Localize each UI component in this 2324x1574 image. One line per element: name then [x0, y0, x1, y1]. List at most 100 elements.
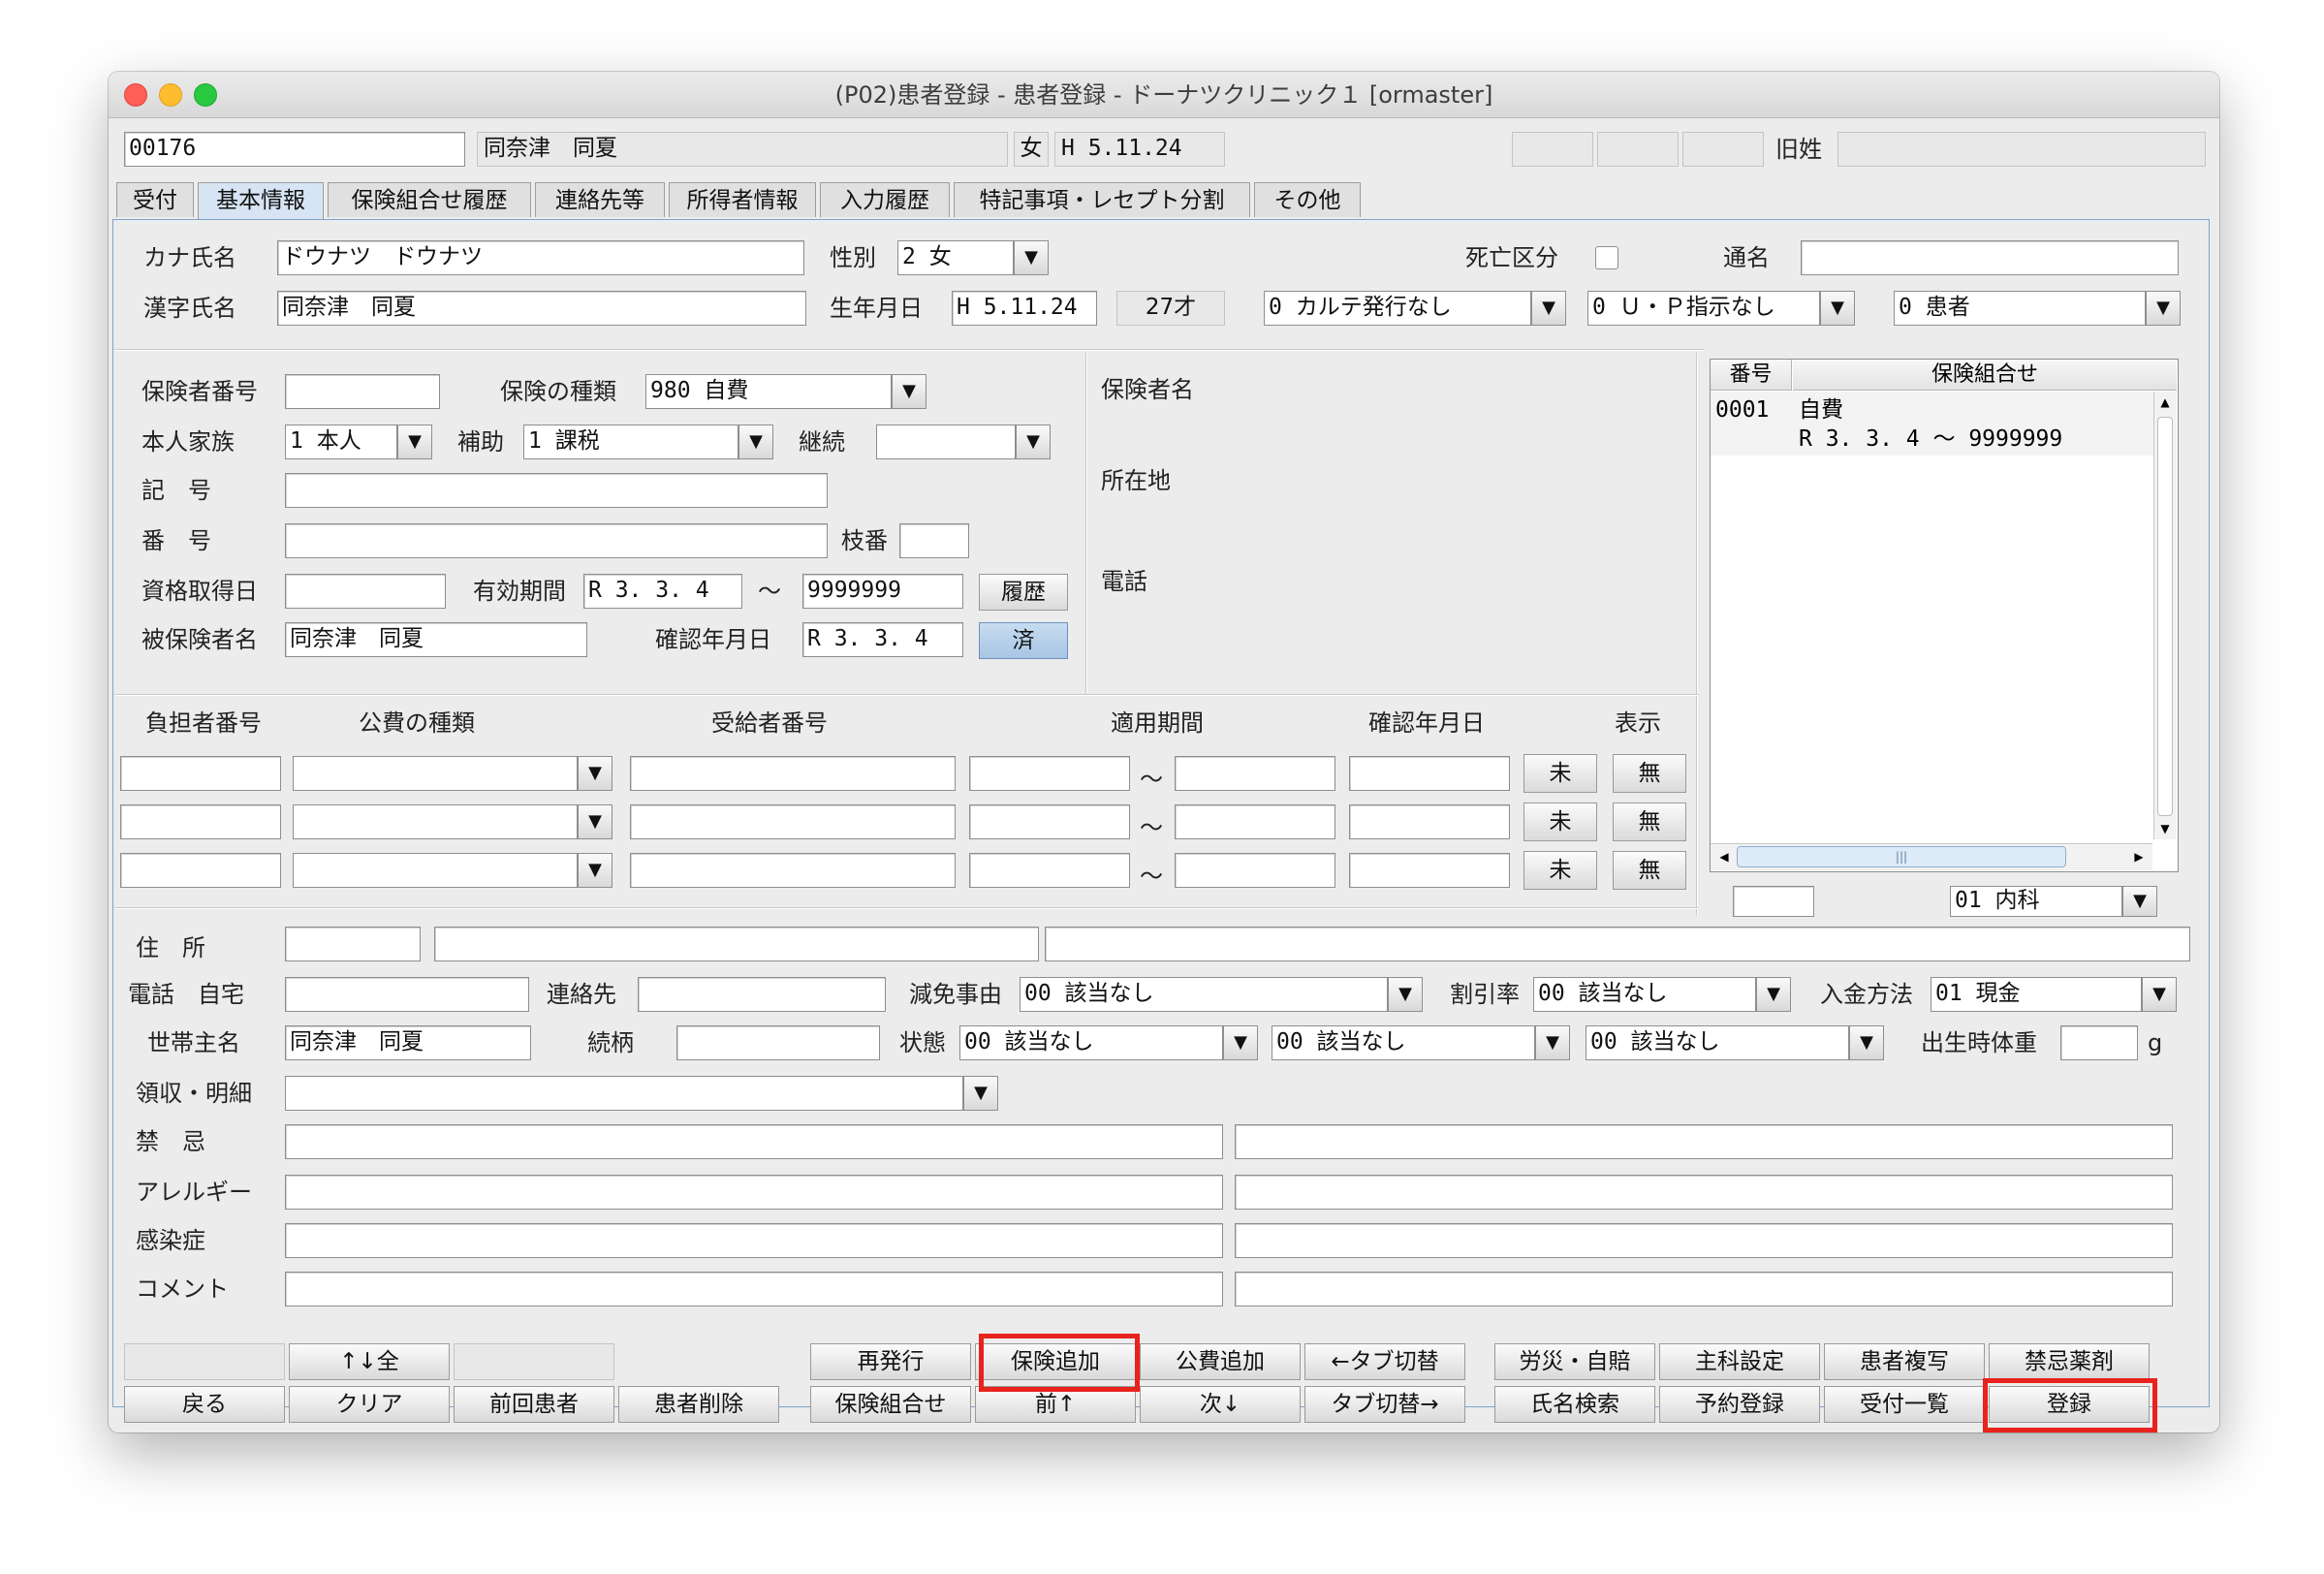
discount-dropdown-arrow-icon[interactable]: ▼: [1756, 977, 1791, 1012]
aid-select[interactable]: 1 課税: [523, 425, 738, 459]
up-select[interactable]: 0 Ｕ・Ｐ指示なし: [1587, 291, 1820, 326]
taboo-field-1[interactable]: [285, 1124, 1223, 1159]
allergy-field-1[interactable]: [285, 1175, 1223, 1210]
public-mi-button[interactable]: 未: [1523, 754, 1597, 793]
history-button[interactable]: 履歴: [979, 574, 1068, 611]
public-confirm-field[interactable]: [1349, 804, 1510, 839]
state-2-dropdown-arrow-icon[interactable]: ▼: [1535, 1025, 1570, 1060]
public-burden-field[interactable]: [120, 853, 281, 888]
previous-patient-button[interactable]: 前回患者: [454, 1386, 614, 1423]
main-department-button[interactable]: 主科設定: [1659, 1343, 1820, 1380]
public-period-to-field[interactable]: [1175, 853, 1335, 888]
public-kind-dropdown-arrow-icon[interactable]: ▼: [578, 804, 612, 839]
public-kind-dropdown-arrow-icon[interactable]: ▼: [578, 756, 612, 791]
public-period-to-field[interactable]: [1175, 804, 1335, 839]
kana-name-field[interactable]: ドウナツ ドウナツ: [277, 240, 804, 275]
tab-insurance-history[interactable]: 保険組合せ履歴: [328, 182, 531, 217]
public-confirm-field[interactable]: [1349, 853, 1510, 888]
insured-name-field[interactable]: 同奈津 同夏: [285, 622, 587, 657]
patient-kind-select[interactable]: 0 患者: [1894, 291, 2146, 326]
department-dropdown-arrow-icon[interactable]: ▼: [2122, 886, 2157, 917]
public-period-from-field[interactable]: [969, 756, 1130, 791]
state-1-dropdown-arrow-icon[interactable]: ▼: [1223, 1025, 1258, 1060]
patient-id-field[interactable]: 00176: [124, 132, 465, 167]
infection-field-1[interactable]: [285, 1223, 1223, 1258]
relation-field[interactable]: [676, 1025, 880, 1060]
public-kind-select[interactable]: [293, 756, 578, 791]
back-button[interactable]: 戻る: [124, 1386, 285, 1423]
state-select-3[interactable]: 00 該当なし: [1586, 1025, 1849, 1060]
address-field-2[interactable]: [1045, 927, 2190, 961]
discount-select[interactable]: 00 該当なし: [1533, 977, 1756, 1012]
scroll-down-arrow-icon[interactable]: ▼: [2153, 818, 2177, 839]
tab-input-history[interactable]: 入力履歴: [820, 182, 950, 217]
qualify-date-field[interactable]: [285, 574, 446, 609]
public-mi-button[interactable]: 未: [1523, 851, 1597, 890]
aid-dropdown-arrow-icon[interactable]: ▼: [738, 425, 773, 459]
workers-comp-button[interactable]: 労災・自賠: [1494, 1343, 1655, 1380]
public-mu-button[interactable]: 無: [1613, 754, 1686, 793]
add-public-expense-button[interactable]: 公費追加: [1140, 1343, 1301, 1380]
receipt-dropdown-arrow-icon[interactable]: ▼: [963, 1076, 998, 1111]
reservation-button[interactable]: 予約登録: [1659, 1386, 1820, 1423]
reduction-dropdown-arrow-icon[interactable]: ▼: [1388, 977, 1423, 1012]
combo-col-combination[interactable]: 保険組合せ: [1793, 360, 2177, 391]
household-head-field[interactable]: 同奈津 同夏: [285, 1025, 531, 1060]
postal-code-field[interactable]: [285, 927, 421, 961]
public-recipient-field[interactable]: [630, 804, 956, 839]
valid-to-field[interactable]: 9999999: [802, 574, 963, 609]
tab-other[interactable]: その他: [1254, 182, 1361, 217]
tab-switch-next-button[interactable]: タブ切替→: [1304, 1386, 1465, 1423]
karte-select[interactable]: 0 カルテ発行なし: [1264, 291, 1531, 326]
combo-vertical-scroll-thumb[interactable]: [2157, 417, 2173, 816]
public-kind-select[interactable]: [293, 853, 578, 888]
insurance-kind-select[interactable]: 980 自費: [645, 374, 892, 409]
continue-dropdown-arrow-icon[interactable]: ▼: [1016, 425, 1051, 459]
done-button[interactable]: 済: [979, 622, 1068, 659]
public-period-to-field[interactable]: [1175, 756, 1335, 791]
public-mi-button[interactable]: 未: [1523, 803, 1597, 841]
reissue-button[interactable]: 再発行: [810, 1343, 971, 1380]
scroll-right-arrow-icon[interactable]: ▶: [2128, 844, 2150, 869]
symbol-field[interactable]: [285, 473, 828, 508]
confirm-date-field[interactable]: R 3. 3. 4: [802, 622, 963, 657]
comment-field-2[interactable]: [1235, 1272, 2173, 1306]
death-checkbox[interactable]: [1595, 246, 1618, 269]
payment-method-select[interactable]: 01 現金: [1931, 977, 2142, 1012]
insurer-number-field[interactable]: [285, 374, 440, 409]
tab-contacts[interactable]: 連絡先等: [535, 182, 665, 217]
kanji-name-field[interactable]: 同奈津 同夏: [277, 291, 806, 326]
scroll-left-arrow-icon[interactable]: ◀: [1713, 844, 1735, 869]
next-button[interactable]: 次↓: [1140, 1386, 1301, 1423]
taboo-field-2[interactable]: [1235, 1124, 2173, 1159]
state-3-dropdown-arrow-icon[interactable]: ▼: [1849, 1025, 1884, 1060]
public-burden-field[interactable]: [120, 756, 281, 791]
scroll-up-arrow-icon[interactable]: ▲: [2153, 392, 2177, 413]
tab-basic-info[interactable]: 基本情報: [198, 182, 324, 221]
karte-dropdown-arrow-icon[interactable]: ▼: [1531, 291, 1566, 326]
public-period-from-field[interactable]: [969, 853, 1130, 888]
tab-special-notes[interactable]: 特記事項・レセプト分割: [954, 182, 1250, 217]
combo-horizontal-scroll-thumb[interactable]: |||: [1737, 846, 2066, 867]
birthdate-field[interactable]: H 5.11.24: [952, 291, 1097, 326]
insurance-combination-button[interactable]: 保険組合せ: [810, 1386, 971, 1423]
payment-method-dropdown-arrow-icon[interactable]: ▼: [2142, 977, 2177, 1012]
department-select[interactable]: 01 内科: [1950, 886, 2122, 917]
tab-reception[interactable]: 受付: [116, 182, 194, 217]
public-mu-button[interactable]: 無: [1613, 803, 1686, 841]
public-confirm-field[interactable]: [1349, 756, 1510, 791]
alias-field[interactable]: [1801, 240, 2179, 275]
clear-button[interactable]: クリア: [289, 1386, 450, 1423]
receipt-select[interactable]: [285, 1076, 963, 1111]
public-period-from-field[interactable]: [969, 804, 1130, 839]
copy-patient-button[interactable]: 患者複写: [1824, 1343, 1985, 1380]
tab-income-info[interactable]: 所得者情報: [669, 182, 816, 217]
public-recipient-field[interactable]: [630, 756, 956, 791]
valid-from-field[interactable]: R 3. 3. 4: [583, 574, 742, 609]
contraindicated-drug-button[interactable]: 禁忌薬剤: [1989, 1343, 2150, 1380]
public-burden-field[interactable]: [120, 804, 281, 839]
public-kind-select[interactable]: [293, 804, 578, 839]
contact-field[interactable]: [638, 977, 886, 1012]
state-select-2[interactable]: 00 該当なし: [1272, 1025, 1535, 1060]
patient-kind-dropdown-arrow-icon[interactable]: ▼: [2146, 291, 2181, 326]
